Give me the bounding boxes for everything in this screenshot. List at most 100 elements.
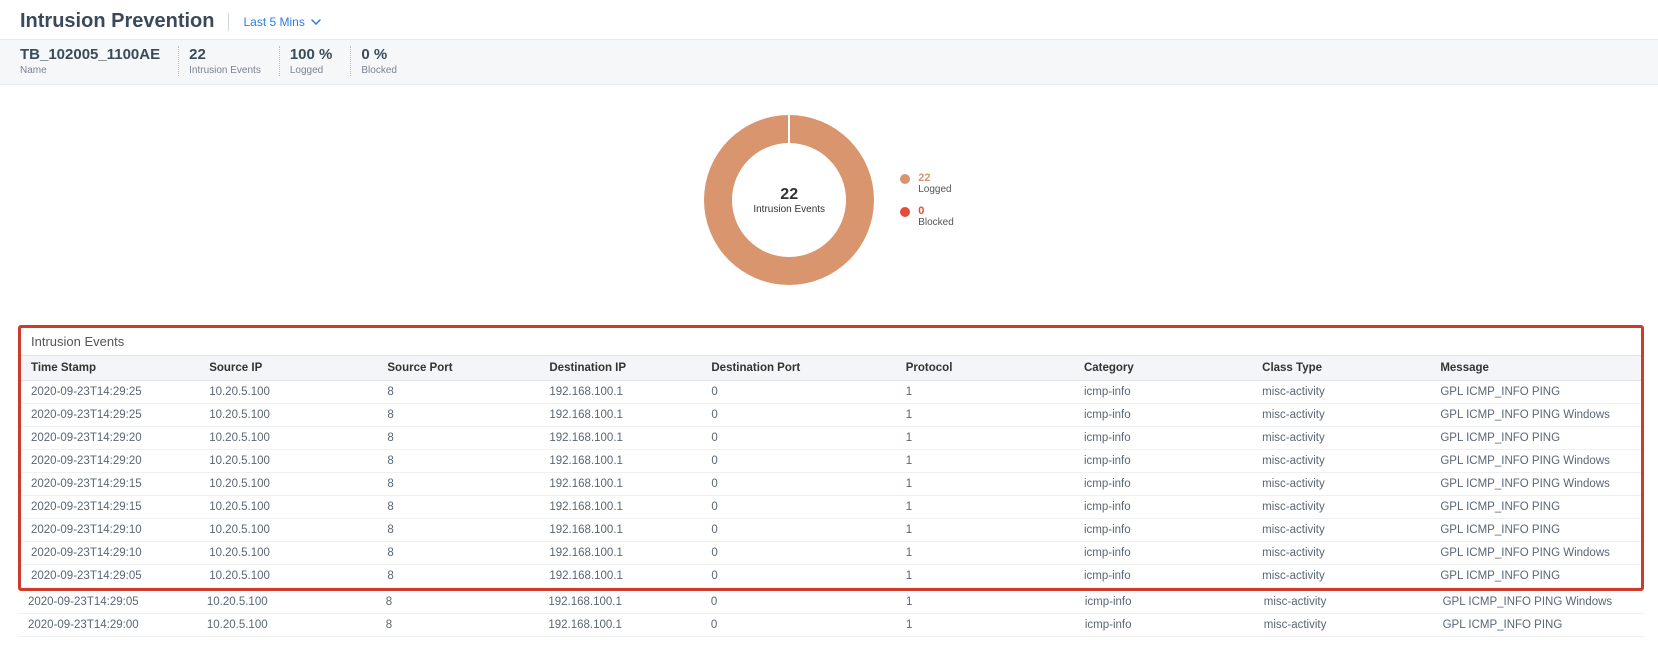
table-cell: 8 <box>377 542 539 565</box>
stat-blocked-value: 0 % <box>361 46 397 63</box>
table-row[interactable]: 2020-09-23T14:29:0010.20.5.1008192.168.1… <box>18 614 1644 637</box>
table-cell: misc-activity <box>1252 542 1430 565</box>
col-source-port[interactable]: Source Port <box>377 356 539 381</box>
table-cell: icmp-info <box>1074 404 1252 427</box>
col-destination-ip[interactable]: Destination IP <box>539 356 701 381</box>
legend-blocked-value: 0 <box>918 205 954 217</box>
time-range-dropdown[interactable]: Last 5 Mins <box>243 15 320 29</box>
table-cell: 192.168.100.1 <box>539 496 701 519</box>
table-cell: 10.20.5.100 <box>199 496 377 519</box>
table-cell: icmp-info <box>1074 450 1252 473</box>
table-cell: 2020-09-23T14:29:10 <box>21 519 199 542</box>
table-cell: GPL ICMP_INFO PING Windows <box>1430 542 1641 565</box>
table-cell: 0 <box>701 381 895 404</box>
donut-legend: 22 Logged 0 Blocked <box>900 162 954 238</box>
table-cell: misc-activity <box>1252 404 1430 427</box>
table-cell: 10.20.5.100 <box>199 519 377 542</box>
table-cell: 192.168.100.1 <box>539 519 701 542</box>
table-cell: 10.20.5.100 <box>199 542 377 565</box>
stat-name-value: TB_102005_1100AE <box>20 46 160 63</box>
table-row[interactable]: 2020-09-23T14:29:1010.20.5.1008192.168.1… <box>21 519 1641 542</box>
table-cell: 0 <box>701 519 895 542</box>
table-cell: 2020-09-23T14:29:20 <box>21 427 199 450</box>
table-cell: GPL ICMP_INFO PING Windows <box>1433 591 1644 614</box>
legend-logged-label: Logged <box>918 184 951 195</box>
table-cell: 192.168.100.1 <box>539 381 701 404</box>
intrusion-events-panel: Intrusion Events Time Stamp Source IP So… <box>18 325 1644 591</box>
table-cell: 1 <box>896 542 1074 565</box>
table-cell: 0 <box>701 591 896 614</box>
table-cell: icmp-info <box>1074 565 1252 588</box>
table-cell: misc-activity <box>1252 565 1430 588</box>
table-cell: 10.20.5.100 <box>199 404 377 427</box>
table-cell: misc-activity <box>1252 519 1430 542</box>
col-category[interactable]: Category <box>1074 356 1252 381</box>
table-cell: 0 <box>701 404 895 427</box>
col-class-type[interactable]: Class Type <box>1252 356 1430 381</box>
table-cell: misc-activity <box>1254 591 1433 614</box>
table-cell: 8 <box>377 565 539 588</box>
table-cell: 10.20.5.100 <box>199 473 377 496</box>
stat-blocked-label: Blocked <box>361 65 397 76</box>
table-cell: 2020-09-23T14:29:05 <box>21 565 199 588</box>
table-cell: GPL ICMP_INFO PING <box>1430 496 1641 519</box>
stat-logged-value: 100 % <box>290 46 333 63</box>
col-message[interactable]: Message <box>1430 356 1641 381</box>
table-row[interactable]: 2020-09-23T14:29:2010.20.5.1008192.168.1… <box>21 450 1641 473</box>
table-row[interactable]: 2020-09-23T14:29:2510.20.5.1008192.168.1… <box>21 381 1641 404</box>
table-cell: icmp-info <box>1075 614 1254 637</box>
col-destination-port[interactable]: Destination Port <box>701 356 895 381</box>
col-protocol[interactable]: Protocol <box>896 356 1074 381</box>
table-cell: icmp-info <box>1075 591 1254 614</box>
table-cell: 1 <box>896 404 1074 427</box>
table-cell: 8 <box>376 591 539 614</box>
table-cell: 8 <box>377 496 539 519</box>
donut-center: 22 Intrusion Events <box>732 143 846 257</box>
table-cell: 8 <box>377 450 539 473</box>
table-cell: 192.168.100.1 <box>539 542 701 565</box>
stat-events: 22 Intrusion Events <box>189 46 280 76</box>
table-row[interactable]: 2020-09-23T14:29:0510.20.5.1008192.168.1… <box>21 565 1641 588</box>
table-cell: 2020-09-23T14:29:25 <box>21 404 199 427</box>
table-cell: 8 <box>377 473 539 496</box>
table-cell: icmp-info <box>1074 519 1252 542</box>
table-cell: 10.20.5.100 <box>197 614 376 637</box>
table-row[interactable]: 2020-09-23T14:29:1510.20.5.1008192.168.1… <box>21 496 1641 519</box>
events-panel-title: Intrusion Events <box>21 332 1641 355</box>
table-cell: 8 <box>376 614 539 637</box>
divider <box>228 13 229 31</box>
table-cell: icmp-info <box>1074 473 1252 496</box>
table-cell: icmp-info <box>1074 496 1252 519</box>
table-cell: 8 <box>377 427 539 450</box>
table-cell: 1 <box>896 427 1074 450</box>
table-cell: 1 <box>896 591 1075 614</box>
stat-name: TB_102005_1100AE Name <box>20 46 179 76</box>
table-cell: 192.168.100.1 <box>539 565 701 588</box>
table-cell: 2020-09-23T14:29:20 <box>21 450 199 473</box>
donut-center-value: 22 <box>780 186 798 204</box>
table-cell: 2020-09-23T14:29:15 <box>21 473 199 496</box>
table-cell: icmp-info <box>1074 427 1252 450</box>
table-cell: 0 <box>701 542 895 565</box>
legend-blocked-label: Blocked <box>918 217 954 228</box>
col-source-ip[interactable]: Source IP <box>199 356 377 381</box>
table-row[interactable]: 2020-09-23T14:29:1010.20.5.1008192.168.1… <box>21 542 1641 565</box>
table-cell: 1 <box>896 473 1074 496</box>
table-cell: 8 <box>377 404 539 427</box>
table-row[interactable]: 2020-09-23T14:29:2510.20.5.1008192.168.1… <box>21 404 1641 427</box>
table-cell: GPL ICMP_INFO PING <box>1430 381 1641 404</box>
col-timestamp[interactable]: Time Stamp <box>21 356 199 381</box>
donut-chart-area: 22 Intrusion Events 22 Logged 0 Blocked <box>0 85 1658 325</box>
table-cell: 10.20.5.100 <box>199 565 377 588</box>
table-row[interactable]: 2020-09-23T14:29:1510.20.5.1008192.168.1… <box>21 473 1641 496</box>
table-cell: 2020-09-23T14:29:05 <box>18 591 197 614</box>
legend-dot-icon <box>900 174 910 184</box>
table-cell: 2020-09-23T14:29:00 <box>18 614 197 637</box>
table-cell: GPL ICMP_INFO PING Windows <box>1430 450 1641 473</box>
page-title: Intrusion Prevention <box>20 10 214 33</box>
table-row[interactable]: 2020-09-23T14:29:0510.20.5.1008192.168.1… <box>18 591 1644 614</box>
table-cell: 0 <box>701 614 896 637</box>
legend-blocked: 0 Blocked <box>900 205 954 228</box>
table-row[interactable]: 2020-09-23T14:29:2010.20.5.1008192.168.1… <box>21 427 1641 450</box>
table-cell: misc-activity <box>1252 496 1430 519</box>
